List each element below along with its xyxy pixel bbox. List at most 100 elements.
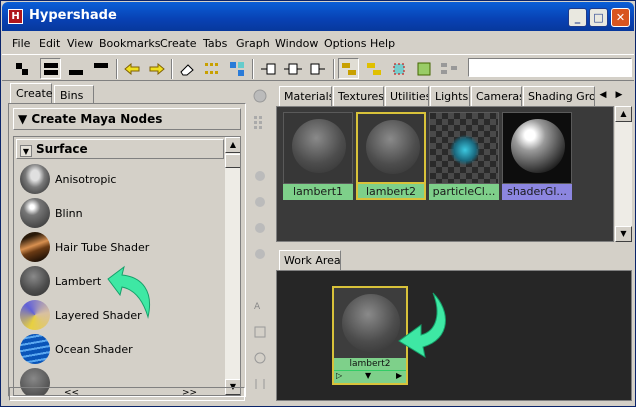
pointer-arrow-icon — [107, 265, 150, 319]
swatch-particle-cloud[interactable]: particleCl... — [429, 112, 499, 202]
scroll-left-button[interactable]: << — [64, 388, 79, 398]
node-list-scrollbar[interactable]: ▲ ▼ — [224, 137, 240, 395]
work-area-panel: Work Area lambert2 ▷ ▼ ▶ — [276, 250, 632, 401]
tab-textures[interactable]: Textures — [333, 86, 384, 106]
rearrange-icon[interactable] — [226, 58, 247, 79]
swatch-preview — [429, 112, 499, 184]
node-ocean-shader[interactable]: Ocean Shader — [18, 333, 224, 367]
menu-file[interactable]: File — [12, 37, 30, 50]
swatch-scrollbar[interactable]: ▲ ▼ — [615, 106, 632, 242]
materials-panel: Materials Textures Utilities Lights Came… — [276, 86, 632, 243]
layout-both-icon[interactable] — [40, 58, 61, 79]
grid-dots-icon[interactable] — [201, 58, 222, 79]
tab-cameras[interactable]: Cameras — [471, 86, 522, 106]
node-label: Ocean Shader — [55, 343, 133, 356]
particle-cloud-icon — [450, 135, 480, 165]
create-pane: ▼ Create Maya Nodes ▼ Surface Anisotropic… — [8, 103, 246, 397]
swatch-small-icon[interactable] — [251, 167, 269, 185]
tab-work-area[interactable]: Work Area — [279, 250, 341, 270]
triangle-down-icon: ▼ — [18, 112, 32, 126]
menu-window[interactable]: Window — [275, 37, 318, 50]
surface-category[interactable]: ▼ Surface — [16, 139, 224, 159]
output-port-icon[interactable]: ▶ — [396, 371, 402, 380]
output-connections-icon[interactable] — [307, 58, 328, 79]
tab-materials[interactable]: Materials — [279, 86, 332, 106]
input-output-connections-icon[interactable] — [282, 58, 303, 79]
connection-graph-icon[interactable] — [438, 58, 459, 79]
tab-create[interactable]: Create — [10, 83, 53, 103]
swatch-label: particleCl... — [429, 184, 499, 200]
swatch-medium-icon[interactable] — [251, 193, 269, 211]
input-port-icon[interactable]: ▷ — [336, 371, 342, 380]
scroll-right-button[interactable]: >> — [182, 388, 197, 398]
maximize-button[interactable]: □ — [589, 8, 608, 27]
tab-lights[interactable]: Lights — [430, 86, 470, 106]
node-anisotropic[interactable]: Anisotropic — [18, 163, 224, 197]
swatch-lambert1[interactable]: lambert1 — [283, 112, 353, 202]
blinn-swatch-icon — [20, 198, 50, 228]
node-label: Anisotropic — [55, 173, 117, 186]
menu-options[interactable]: Options — [324, 37, 366, 50]
tab-scroll-left-icon[interactable]: ◀ — [596, 88, 610, 102]
work-area-canvas[interactable]: lambert2 ▷ ▼ ▶ — [276, 270, 632, 401]
eraser-icon[interactable] — [176, 58, 197, 79]
menu-edit[interactable]: Edit — [39, 37, 60, 50]
arrow-left-icon[interactable] — [121, 58, 142, 79]
node-hair-tube-shader[interactable]: Hair Tube Shader — [18, 231, 224, 265]
menu-bookmarks[interactable]: Bookmarks — [99, 37, 160, 50]
frame-selected-icon[interactable] — [413, 58, 434, 79]
create-panel: Create Bins ▼ Create Maya Nodes ▼ Surface… — [8, 83, 246, 401]
lambert-swatch-icon — [20, 266, 50, 296]
title-bar[interactable]: H Hypershade _ □ ✕ — [2, 2, 634, 31]
menu-create[interactable]: Create — [160, 37, 197, 50]
swatch-shader-glow[interactable]: shaderGl... — [502, 112, 572, 202]
sort-time-icon[interactable] — [251, 349, 269, 367]
swatch-preview — [356, 112, 426, 184]
swatch-preview — [283, 112, 353, 184]
tab-utilities[interactable]: Utilities — [385, 86, 429, 106]
toolbar-field[interactable] — [468, 58, 632, 77]
layout-bottom-icon[interactable] — [65, 58, 86, 79]
minimize-button[interactable]: _ — [568, 8, 587, 27]
svg-text:A: A — [254, 302, 261, 312]
tab-bins[interactable]: Bins — [54, 85, 94, 103]
maya-app-icon: H — [8, 9, 23, 24]
close-button[interactable]: ✕ — [611, 8, 630, 27]
scroll-up-button[interactable]: ▲ — [225, 137, 240, 153]
sphere-preview-icon — [366, 120, 420, 174]
create-maya-nodes-header[interactable]: ▼ Create Maya Nodes — [13, 108, 241, 130]
hierarchy-icon[interactable] — [338, 58, 359, 79]
grid-view-icon[interactable] — [251, 113, 269, 131]
tab-shading-groups[interactable]: Shading Grou — [523, 86, 595, 106]
arrow-right-icon[interactable] — [146, 58, 167, 79]
clear-graph-icon[interactable] — [388, 58, 409, 79]
sort-reverse-icon[interactable] — [251, 375, 269, 393]
sort-az-icon[interactable]: A — [251, 296, 269, 314]
create-maya-nodes-label: Create Maya Nodes — [31, 112, 163, 126]
expand-port-icon[interactable]: ▼ — [365, 371, 371, 380]
scroll-up-button[interactable]: ▲ — [615, 106, 632, 122]
scroll-thumb[interactable] — [225, 154, 240, 168]
menu-view[interactable]: View — [67, 37, 93, 50]
scroll-down-button[interactable]: ▼ — [615, 226, 632, 242]
swatch-large-icon[interactable] — [251, 219, 269, 237]
checker-icon[interactable] — [11, 58, 32, 79]
glow-sphere-icon — [511, 119, 565, 173]
menu-graph[interactable]: Graph — [236, 37, 270, 50]
menu-help[interactable]: Help — [370, 37, 395, 50]
swatch-label: shaderGl... — [502, 184, 572, 200]
layout-top-icon[interactable] — [90, 58, 111, 79]
sort-type-icon[interactable] — [251, 323, 269, 341]
node-ports: ▷ ▼ ▶ — [334, 370, 406, 383]
toolbar-divider — [252, 59, 254, 79]
menu-tabs[interactable]: Tabs — [203, 37, 227, 50]
input-connections-icon[interactable] — [257, 58, 278, 79]
tab-scroll-right-icon[interactable]: ▶ — [612, 88, 626, 102]
left-panel-pager: << >> — [9, 387, 245, 401]
swatch-xlarge-icon[interactable] — [251, 245, 269, 263]
sphere-icon[interactable] — [251, 87, 269, 105]
hierarchy-alt-icon[interactable] — [363, 58, 384, 79]
toolbar-divider — [171, 59, 173, 79]
swatch-lambert2[interactable]: lambert2 — [356, 112, 426, 202]
node-blinn[interactable]: Blinn — [18, 197, 224, 231]
